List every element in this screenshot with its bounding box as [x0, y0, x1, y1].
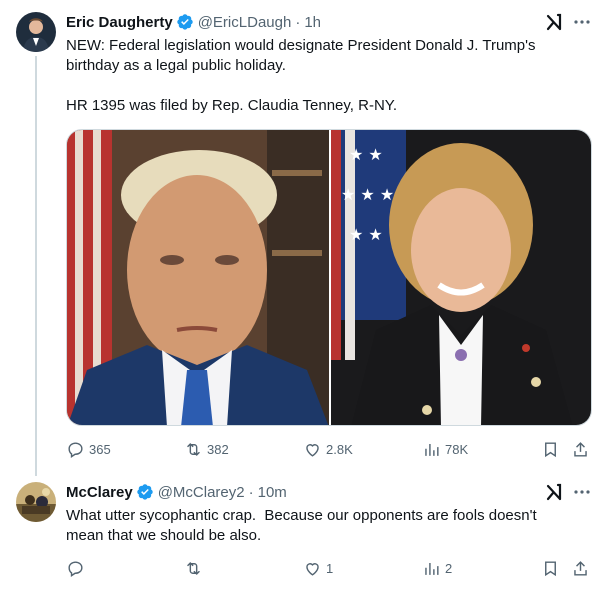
like-count: 1: [326, 560, 334, 576]
views-count: 78K: [445, 441, 469, 457]
svg-text:★ ★: ★ ★: [349, 145, 383, 164]
grok-icon[interactable]: [545, 482, 565, 502]
tweet-header: McClarey @McClarey2 · 10m: [66, 482, 287, 502]
tweet-actions: 365 382 2.8K 78K: [66, 439, 596, 459]
views-button[interactable]: 78K: [422, 439, 468, 459]
share-icon: [574, 560, 587, 576]
bookmark-button[interactable]: [541, 439, 564, 459]
tweet-text: What utter sycophantic crap. Because our…: [66, 507, 541, 544]
grok-icon[interactable]: [545, 12, 565, 32]
tweet-text: NEW: Federal legislation would designate…: [66, 37, 536, 114]
tweet-main[interactable]: Eric Daugherty @EricLDaugh · 1h NEW: Fed…: [0, 0, 609, 476]
views-count: 2: [445, 560, 453, 576]
like-icon: [306, 443, 319, 457]
avatar-eric-daugherty[interactable]: [16, 12, 56, 52]
more-options-icon[interactable]: [572, 482, 592, 502]
tweet-reply[interactable]: McClarey @McClarey2 · 10m What utter syc…: [0, 470, 609, 589]
post-time[interactable]: 10m: [258, 484, 287, 501]
share-button[interactable]: [571, 439, 594, 459]
like-count: 2.8K: [326, 441, 353, 457]
more-options-icon[interactable]: [572, 12, 592, 32]
share-button[interactable]: [571, 558, 594, 578]
tweet-media[interactable]: ★ ★ ★ ★ ★ ★ ★: [66, 129, 592, 426]
reply-button[interactable]: 365: [66, 439, 111, 459]
repost-button[interactable]: 382: [184, 439, 229, 459]
author-name[interactable]: McClarey: [66, 484, 133, 501]
tweet-header: Eric Daugherty @EricLDaugh · 1h: [66, 12, 321, 32]
author-handle[interactable]: @McClarey2: [158, 484, 245, 501]
repost-count: 382: [207, 441, 229, 457]
photo-claudia-tenney[interactable]: ★ ★ ★ ★ ★ ★ ★: [331, 130, 591, 425]
like-button[interactable]: 2.8K: [303, 439, 353, 459]
like-button[interactable]: 1: [303, 558, 333, 578]
photo-donald-trump[interactable]: [67, 130, 329, 425]
bookmark-icon: [545, 560, 556, 576]
reply-count: 365: [89, 441, 111, 457]
views-icon: [425, 443, 439, 456]
verified-badge-icon: [136, 483, 154, 501]
share-icon: [574, 441, 587, 457]
reply-button[interactable]: [66, 558, 89, 578]
tweet-actions: 1 2: [66, 558, 596, 578]
svg-text:★ ★ ★: ★ ★ ★: [341, 185, 394, 204]
thread-line: [35, 56, 37, 476]
separator-dot: ·: [248, 483, 254, 501]
separator-dot: ·: [295, 13, 301, 31]
repost-icon: [187, 442, 200, 456]
author-name[interactable]: Eric Daugherty: [66, 14, 173, 31]
repost-button[interactable]: [184, 558, 207, 578]
reply-icon: [68, 560, 83, 577]
like-icon: [306, 562, 319, 576]
verified-badge-icon: [176, 13, 194, 31]
views-icon: [425, 562, 439, 575]
svg-text:★ ★: ★ ★: [349, 225, 383, 244]
bookmark-button[interactable]: [541, 558, 564, 578]
repost-icon: [187, 561, 200, 575]
bookmark-icon: [545, 441, 556, 457]
views-button[interactable]: 2: [422, 558, 452, 578]
author-handle[interactable]: @EricLDaugh: [198, 14, 292, 31]
avatar-mcclarey[interactable]: [16, 482, 56, 522]
reply-icon: [68, 441, 83, 458]
post-time[interactable]: 1h: [304, 14, 321, 31]
